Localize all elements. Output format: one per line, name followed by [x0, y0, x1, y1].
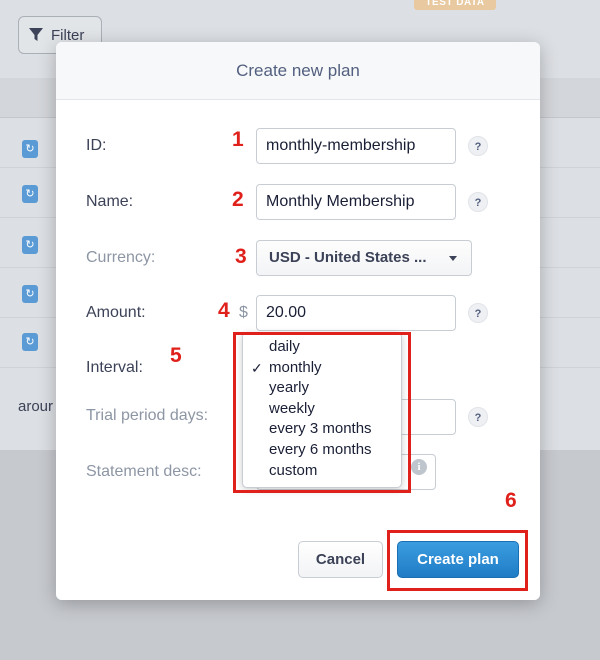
amount-label: Amount: [86, 304, 146, 321]
name-help-icon[interactable]: ? [468, 192, 488, 212]
clipboard-icon: ↻ [22, 140, 38, 158]
test-data-badge: TEST DATA [414, 0, 496, 10]
statement-desc-label: Statement desc: [86, 463, 202, 480]
cancel-button[interactable]: Cancel [298, 541, 383, 578]
currency-label: Currency: [86, 249, 156, 266]
currency-symbol: $ [239, 304, 248, 321]
interval-label: Interval: [86, 359, 143, 376]
create-plan-modal: Create new plan ID: monthly-membership ?… [56, 42, 540, 600]
modal-title: Create new plan [56, 42, 540, 100]
amount-input[interactable]: 20.00 [256, 295, 456, 331]
trial-period-label: Trial period days: [86, 407, 209, 424]
id-label: ID: [86, 137, 107, 154]
clipboard-icon: ↻ [22, 333, 38, 351]
id-help-icon[interactable]: ? [468, 136, 488, 156]
annotation-number-6: 6 [505, 489, 517, 512]
currency-select[interactable]: USD - United States ... [256, 240, 472, 276]
name-label: Name: [86, 193, 134, 210]
annotation-number-5: 5 [170, 344, 182, 367]
currency-value: USD - United States ... [269, 249, 427, 266]
info-icon[interactable]: i [411, 459, 427, 475]
clipboard-icon: ↻ [22, 236, 38, 254]
amount-help-icon[interactable]: ? [468, 303, 488, 323]
annotation-box-interval [233, 332, 411, 493]
annotation-number-2: 2 [232, 188, 244, 211]
annotation-number-1: 1 [232, 128, 244, 151]
trial-help-icon[interactable]: ? [468, 407, 488, 427]
clipboard-icon: ↻ [22, 285, 38, 303]
filter-label: Filter [51, 26, 85, 44]
id-input[interactable]: monthly-membership [256, 128, 456, 164]
filter-icon [29, 28, 43, 41]
chevron-down-icon [449, 256, 457, 261]
annotation-box-create [387, 530, 528, 591]
name-input[interactable]: Monthly Membership [256, 184, 456, 220]
clipboard-icon: ↻ [22, 185, 38, 203]
annotation-number-3: 3 [235, 245, 247, 268]
background-partial-text: arour [18, 398, 54, 415]
annotation-number-4: 4 [218, 299, 230, 322]
